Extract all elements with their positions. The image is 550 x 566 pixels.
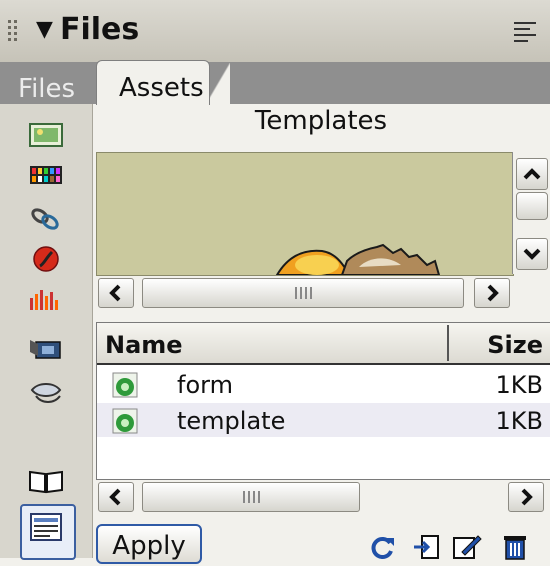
list-horizontal-scrollbar[interactable] xyxy=(96,480,550,512)
template-preview xyxy=(96,152,514,276)
chevron-right-icon xyxy=(521,488,533,506)
preview-vertical-scrollbar[interactable] xyxy=(512,152,550,274)
asset-size: 1KB xyxy=(495,371,543,399)
scroll-down-button[interactable] xyxy=(516,238,548,270)
panel-options-menu-icon[interactable] xyxy=(514,20,540,44)
tab-strip xyxy=(0,62,550,104)
panel-title: Files xyxy=(60,12,140,47)
chevron-left-icon xyxy=(109,488,121,506)
scroll-left-button[interactable] xyxy=(98,278,134,308)
scroll-right-button[interactable] xyxy=(474,278,510,308)
delete-trash-icon[interactable] xyxy=(500,534,530,560)
drag-grip-icon[interactable] xyxy=(8,20,20,44)
asset-list: Name Size form 1KB template 1KB xyxy=(96,322,550,480)
asset-name: template xyxy=(177,407,286,435)
horizontal-scroll-thumb[interactable] xyxy=(142,278,464,308)
column-header-name[interactable]: Name xyxy=(105,331,183,359)
chevron-up-icon xyxy=(523,168,541,180)
grip-lines-icon xyxy=(243,491,260,503)
tab-assets-label: Assets xyxy=(119,73,204,103)
template-file-icon xyxy=(112,408,138,434)
refresh-icon[interactable] xyxy=(368,534,398,560)
column-header-size[interactable]: Size xyxy=(487,331,543,359)
chevron-right-icon xyxy=(487,284,499,302)
grip-lines-icon xyxy=(295,287,312,299)
category-title: Templates xyxy=(254,106,388,136)
insert-icon[interactable] xyxy=(412,534,442,560)
scroll-left-button[interactable] xyxy=(98,482,134,512)
horizontal-scroll-thumb[interactable] xyxy=(142,482,360,512)
chevron-down-icon xyxy=(523,248,541,260)
shockwave-icon[interactable] xyxy=(28,284,64,314)
collapse-triangle-icon[interactable]: ▼ xyxy=(36,18,53,42)
preview-image xyxy=(275,243,441,275)
images-icon[interactable] xyxy=(28,120,64,150)
panel-header: ▼ Files xyxy=(0,0,550,63)
chevron-left-icon xyxy=(109,284,121,302)
templates-icon[interactable] xyxy=(28,512,64,542)
scroll-right-button[interactable] xyxy=(508,482,544,512)
template-file-icon xyxy=(112,372,138,398)
scripts-icon[interactable] xyxy=(28,378,64,408)
movies-icon[interactable] xyxy=(28,334,64,364)
flash-icon[interactable] xyxy=(28,244,64,274)
vertical-scroll-thumb[interactable] xyxy=(516,192,548,220)
asset-name: form xyxy=(177,371,233,399)
asset-size: 1KB xyxy=(495,407,543,435)
column-divider[interactable] xyxy=(447,325,449,361)
tab-assets[interactable]: Assets xyxy=(96,60,210,105)
library-icon[interactable] xyxy=(28,468,64,494)
preview-horizontal-scrollbar[interactable] xyxy=(96,276,512,308)
urls-icon[interactable] xyxy=(28,204,64,234)
colors-icon[interactable] xyxy=(28,160,64,190)
list-row[interactable]: template 1KB xyxy=(97,403,550,437)
list-row[interactable]: form 1KB xyxy=(97,367,550,401)
list-header: Name Size xyxy=(97,323,550,365)
apply-button[interactable]: Apply xyxy=(96,524,202,564)
edit-icon[interactable] xyxy=(452,534,482,560)
tab-files[interactable]: Files xyxy=(18,74,75,104)
scroll-up-button[interactable] xyxy=(516,158,548,190)
